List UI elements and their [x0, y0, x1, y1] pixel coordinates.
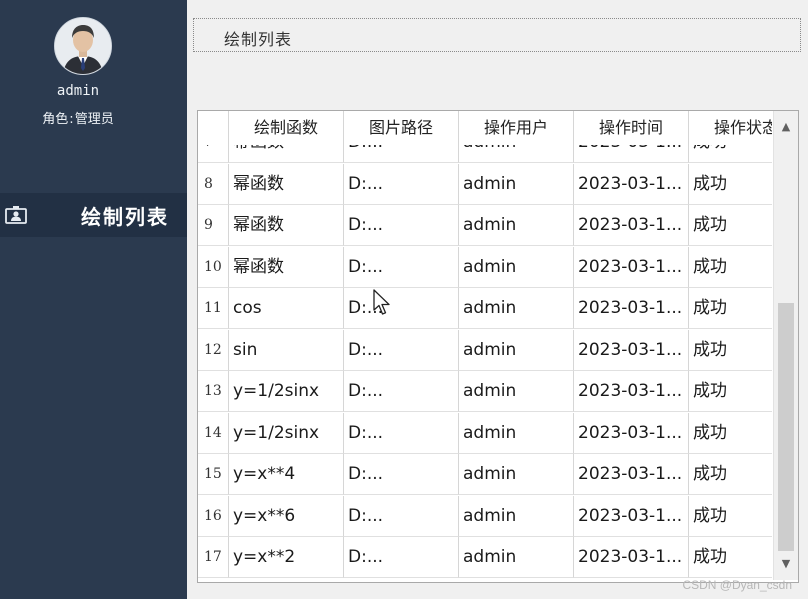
- scrollbar-thumb[interactable]: [778, 302, 794, 551]
- cell-image-path[interactable]: D:...: [344, 329, 459, 371]
- row-number: 10: [198, 246, 229, 288]
- cell-user[interactable]: admin: [459, 537, 574, 578]
- cell-function[interactable]: cos: [229, 288, 344, 329]
- user-avatar: [54, 17, 112, 75]
- cell-image-path[interactable]: D:...: [344, 205, 459, 246]
- row-number-header: [198, 111, 229, 145]
- cell-user[interactable]: admin: [459, 495, 574, 537]
- cell-status[interactable]: 成功: [689, 496, 772, 537]
- row-number: 17: [198, 537, 229, 578]
- cell-status[interactable]: 成功: [689, 288, 772, 329]
- table-header: 绘制函数 图片路径 操作用户 操作时间 操作状态: [198, 111, 772, 145]
- cell-status[interactable]: 成功: [689, 371, 772, 412]
- row-number: 11: [198, 288, 229, 329]
- cell-function[interactable]: 幂函数: [229, 246, 344, 288]
- table-row[interactable]: 8 幂函数 D:... admin 2023-03-1... 成功: [198, 163, 772, 205]
- page-title: 绘制列表: [224, 30, 293, 49]
- role-label: 角色: [42, 112, 69, 127]
- cell-time[interactable]: 2023-03-1...: [574, 329, 689, 371]
- row-number: 15: [198, 454, 229, 495]
- cell-user[interactable]: admin: [459, 412, 574, 454]
- cell-user[interactable]: admin: [459, 246, 574, 288]
- table-row[interactable]: 16 y=x**6 D:... admin 2023-03-1... 成功: [198, 495, 772, 537]
- table-row[interactable]: 15 y=x**4 D:... admin 2023-03-1... 成功: [198, 454, 772, 495]
- cell-function[interactable]: y=x**4: [229, 454, 344, 495]
- cell-time[interactable]: 2023-03-1...: [574, 454, 689, 495]
- cell-time[interactable]: 2023-03-1...: [574, 246, 689, 288]
- cell-user[interactable]: admin: [459, 329, 574, 371]
- mouse-pointer-icon: [373, 289, 390, 315]
- table-row[interactable]: 14 y=1/2sinx D:... admin 2023-03-1... 成功: [198, 412, 772, 454]
- cell-user[interactable]: admin: [459, 205, 574, 246]
- table-row[interactable]: 17 y=x**2 D:... admin 2023-03-1... 成功: [198, 537, 772, 578]
- cell-time[interactable]: 2023-03-1...: [574, 205, 689, 246]
- cell-function[interactable]: 幂函数: [229, 205, 344, 246]
- user-role: 角色:管理员: [0, 108, 156, 127]
- cell-function[interactable]: sin: [229, 329, 344, 371]
- table-row[interactable]: 12 sin D:... admin 2023-03-1... 成功: [198, 329, 772, 371]
- cell-function[interactable]: y=x**2: [229, 537, 344, 578]
- cell-time[interactable]: 2023-03-1...: [574, 163, 689, 205]
- chevron-down-icon[interactable]: ▼: [774, 552, 798, 576]
- column-header-image-path[interactable]: 图片路径: [344, 111, 459, 145]
- draw-records-table: 7幂函数D:...admin2023-03-1...成功8幂函数D:...adm…: [197, 110, 799, 583]
- cell-time[interactable]: 2023-03-1...: [574, 288, 689, 329]
- cell-function[interactable]: y=1/2sinx: [229, 412, 344, 454]
- cell-time[interactable]: 2023-03-1...: [574, 412, 689, 454]
- table-row[interactable]: 11 cos D:... admin 2023-03-1... 成功: [198, 288, 772, 329]
- cell-image-path[interactable]: D:...: [344, 163, 459, 205]
- row-number: 14: [198, 412, 229, 454]
- username: admin: [56, 83, 100, 99]
- cell-status[interactable]: 成功: [689, 330, 772, 371]
- cell-image-path[interactable]: D:...: [344, 454, 459, 495]
- cell-time[interactable]: 2023-03-1...: [574, 371, 689, 412]
- cell-function[interactable]: y=x**6: [229, 495, 344, 537]
- table-row[interactable]: 13 y=1/2sinx D:... admin 2023-03-1... 成功: [198, 371, 772, 412]
- cell-status[interactable]: 成功: [689, 413, 772, 454]
- table-body: 7幂函数D:...admin2023-03-1...成功8幂函数D:...adm…: [198, 111, 772, 580]
- cell-time[interactable]: 2023-03-1...: [574, 495, 689, 537]
- cell-status[interactable]: 成功: [689, 247, 772, 288]
- cell-image-path[interactable]: D:...: [344, 537, 459, 578]
- role-separator: :: [69, 112, 74, 127]
- sidebar: admin 角色:管理员 绘制列表: [0, 0, 187, 599]
- chevron-up-icon[interactable]: ▲: [774, 115, 798, 139]
- id-card-icon: [5, 206, 27, 224]
- cell-user[interactable]: admin: [459, 163, 574, 205]
- cell-function[interactable]: 幂函数: [229, 163, 344, 205]
- column-header-time[interactable]: 操作时间: [574, 111, 689, 145]
- vertical-scrollbar[interactable]: ▲ ▼: [773, 111, 798, 580]
- cell-status[interactable]: 成功: [689, 164, 772, 205]
- cell-image-path[interactable]: D:...: [344, 371, 459, 412]
- column-header-function[interactable]: 绘制函数: [229, 111, 344, 145]
- page-header: 绘制列表: [193, 18, 801, 52]
- watermark: CSDN @Dyan_csdn: [682, 578, 792, 592]
- cell-status[interactable]: 成功: [689, 454, 772, 495]
- row-number: 9: [198, 205, 229, 246]
- cell-image-path[interactable]: D:...: [344, 412, 459, 454]
- sidebar-item-draw-list[interactable]: 绘制列表: [0, 193, 187, 237]
- cell-user[interactable]: admin: [459, 454, 574, 495]
- cell-status[interactable]: 成功: [689, 205, 772, 246]
- table-row[interactable]: 10 幂函数 D:... admin 2023-03-1... 成功: [198, 246, 772, 288]
- avatar-person-icon: [55, 18, 111, 74]
- cell-image-path[interactable]: D:...: [344, 288, 459, 329]
- column-header-status[interactable]: 操作状态: [689, 111, 772, 145]
- row-number: 12: [198, 329, 229, 371]
- role-value: 管理员: [74, 112, 114, 127]
- row-number: 8: [198, 163, 229, 205]
- cell-image-path[interactable]: D:...: [344, 495, 459, 537]
- column-header-user[interactable]: 操作用户: [459, 111, 574, 145]
- cell-status[interactable]: 成功: [689, 537, 772, 578]
- cell-user[interactable]: admin: [459, 288, 574, 329]
- cell-user[interactable]: admin: [459, 371, 574, 412]
- table-row[interactable]: 9 幂函数 D:... admin 2023-03-1... 成功: [198, 205, 772, 246]
- row-number: 16: [198, 495, 229, 537]
- cell-time[interactable]: 2023-03-1...: [574, 537, 689, 578]
- cell-image-path[interactable]: D:...: [344, 246, 459, 288]
- row-number: 13: [198, 371, 229, 412]
- sidebar-item-label: 绘制列表: [81, 205, 169, 229]
- cell-function[interactable]: y=1/2sinx: [229, 371, 344, 412]
